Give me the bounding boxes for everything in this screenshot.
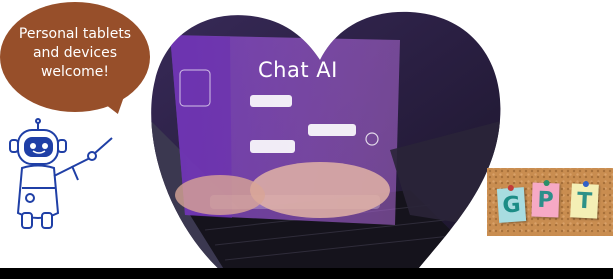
robot-icon <box>0 118 130 233</box>
sticky-note-p: P <box>531 179 560 218</box>
note-letter-t: T <box>576 188 593 214</box>
bottom-bar <box>0 268 613 279</box>
sticky-note-t: T <box>570 180 599 219</box>
note-letter-g: G <box>501 191 522 219</box>
chat-ai-title: Chat AI <box>258 58 338 82</box>
pushpin-icon <box>582 180 590 188</box>
sticky-note-g: G <box>496 184 527 223</box>
pushpin-icon <box>507 184 515 192</box>
cork-board: G P T <box>487 168 613 236</box>
heart-photo-graphic <box>151 11 501 279</box>
heart-photo <box>110 0 505 279</box>
pushpin-icon <box>543 179 550 187</box>
note-letter-p: P <box>537 187 554 213</box>
